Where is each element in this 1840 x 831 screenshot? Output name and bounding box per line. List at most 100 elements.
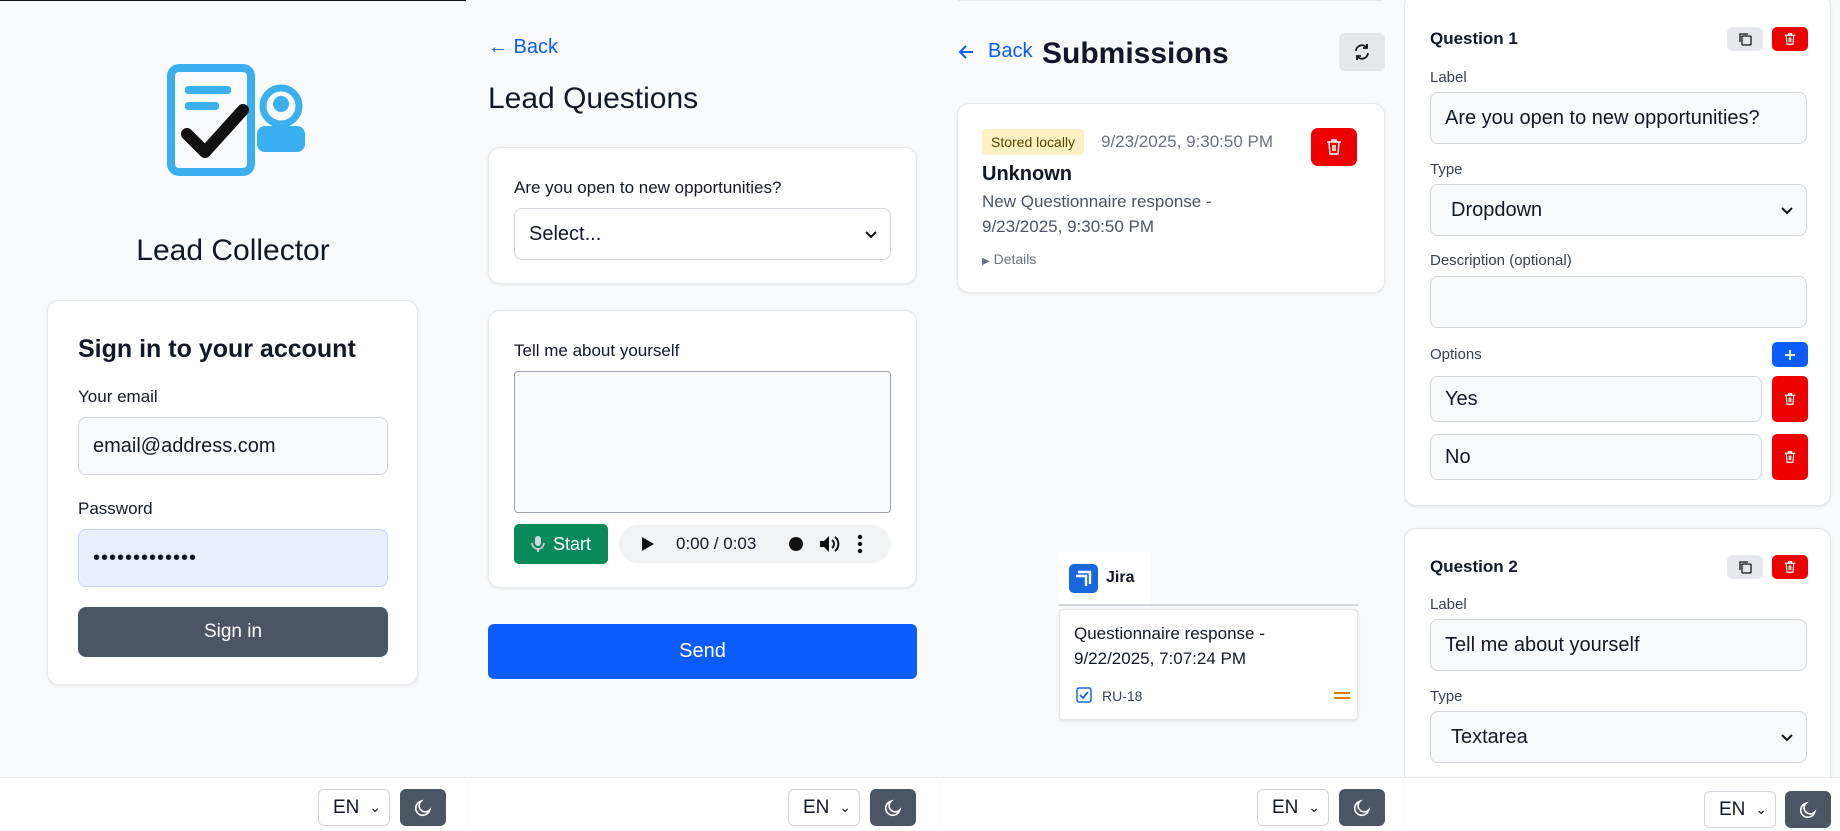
question-1-title: Question 1 — [1430, 29, 1518, 48]
moon-icon — [884, 799, 902, 816]
q1-description-input[interactable] — [1430, 276, 1807, 328]
option-input-no[interactable]: No — [1430, 434, 1762, 480]
password-field[interactable]: ••••••••••••• — [78, 529, 388, 587]
q1-label-input[interactable]: Are you open to new opportunities? — [1430, 92, 1807, 144]
status-badge: Stored locally — [982, 129, 1085, 155]
jira-tab[interactable]: Jira — [1059, 552, 1151, 604]
back-link[interactable]: ← Back — [488, 36, 558, 59]
language-value: EN — [1272, 797, 1299, 818]
volume-icon[interactable] — [818, 534, 840, 554]
record-start-label: Start — [552, 533, 591, 554]
delete-question-2-button[interactable] — [1772, 555, 1808, 579]
details-label: Details — [993, 251, 1037, 267]
language-select[interactable]: EN ⌄ — [788, 789, 860, 826]
q1-description-caption: Description (optional) — [1430, 252, 1572, 269]
option-input-yes[interactable]: Yes — [1430, 376, 1762, 422]
back-link[interactable]: Back — [958, 40, 1032, 63]
app-title: Lead Collector — [136, 234, 330, 267]
questions-panel: ← Back Lead Questions Are you open to ne… — [468, 0, 938, 831]
refresh-icon — [1355, 44, 1369, 60]
language-select[interactable]: EN ⌄ — [1704, 791, 1776, 828]
checkbox-task-icon — [1076, 687, 1092, 703]
jira-icon — [1069, 563, 1098, 593]
theme-toggle-button[interactable] — [1339, 789, 1385, 826]
q1-label-caption: Label — [1430, 69, 1467, 86]
language-select[interactable]: EN ⌄ — [1257, 789, 1329, 826]
submission-name: Unknown — [982, 163, 1072, 185]
q2-label-caption: Label — [1430, 596, 1467, 613]
jira-issue-title-line1: Questionnaire response - — [1074, 624, 1265, 643]
footer: EN ⌄ — [940, 777, 1402, 831]
q2-label-input[interactable]: Tell me about yourself — [1430, 619, 1807, 671]
question-1-select[interactable]: Select... — [514, 208, 891, 260]
play-icon[interactable] — [641, 536, 655, 552]
plus-icon — [1785, 349, 1795, 360]
q2-type-caption: Type — [1430, 688, 1463, 705]
language-value: EN — [803, 797, 830, 818]
question-1-editor-card: Question 1 Label Are you open to new opp… — [1404, 0, 1831, 506]
q2-type-select[interactable]: Textarea — [1430, 711, 1807, 763]
duplicate-question-1-button[interactable] — [1727, 27, 1763, 51]
jira-issue-card[interactable]: Questionnaire response - 9/22/2025, 7:07… — [1059, 609, 1358, 720]
question-2-textarea[interactable] — [514, 371, 891, 513]
language-value: EN — [333, 797, 360, 818]
email-field[interactable]: email@address.com — [78, 417, 388, 475]
signin-button[interactable]: Sign in — [78, 607, 388, 657]
delete-option-no-button[interactable] — [1772, 434, 1808, 480]
question-card-2: Tell me about yourself Start 0:00 / 0:03 — [488, 310, 917, 588]
record-start-button[interactable]: Start — [514, 524, 608, 564]
delete-question-1-button[interactable] — [1772, 27, 1808, 51]
q2-type-value: Textarea — [1451, 725, 1528, 748]
details-toggle[interactable]: ▶ Details — [982, 251, 1036, 267]
question-editor-panel: Question 1 Label Are you open to new opp… — [1404, 0, 1840, 831]
arrow-left-icon — [958, 44, 973, 59]
footer: EN ⌄ — [0, 777, 466, 831]
submission-desc-line2: 9/23/2025, 9:30:50 PM — [982, 217, 1155, 236]
audio-time: 0:00 / 0:03 — [676, 534, 757, 553]
question-card-1: Are you open to new opportunities? Selec… — [488, 147, 917, 284]
question-2-label: Tell me about yourself — [514, 341, 680, 360]
theme-toggle-button[interactable] — [1785, 791, 1831, 828]
copy-icon — [1739, 561, 1752, 574]
submission-timestamp: 9/23/2025, 9:30:50 PM — [1101, 132, 1274, 151]
duplicate-question-2-button[interactable] — [1727, 555, 1763, 579]
footer: EN ⌄ — [468, 777, 938, 831]
theme-toggle-button[interactable] — [870, 789, 916, 826]
q1-type-value: Dropdown — [1451, 198, 1543, 221]
microphone-icon — [531, 536, 545, 552]
caret-right-icon: ▶ — [982, 256, 990, 267]
delete-submission-button[interactable] — [1311, 128, 1357, 166]
chevron-down-icon — [865, 231, 877, 239]
priority-medium-icon — [1334, 692, 1350, 699]
trash-icon — [1784, 33, 1796, 45]
footer: EN ⌄ — [1404, 777, 1840, 831]
question-1-select-value: Select... — [529, 222, 602, 245]
question-2-title: Question 2 — [1430, 557, 1518, 576]
submission-desc-line1: New Questionnaire response - — [982, 192, 1212, 211]
top-border — [0, 0, 466, 1]
more-options-icon[interactable] — [857, 534, 863, 554]
q1-type-select[interactable]: Dropdown — [1430, 184, 1807, 236]
audio-player: 0:00 / 0:03 — [619, 525, 891, 563]
submissions-panel: Back Submissions Stored locally 9/23/202… — [940, 0, 1402, 831]
trash-icon — [1327, 139, 1341, 155]
language-value: EN — [1719, 799, 1746, 820]
page-title: Lead Questions — [488, 82, 699, 115]
jira-issue-key: RU-18 — [1102, 688, 1143, 704]
add-option-button[interactable] — [1772, 342, 1808, 367]
theme-toggle-button[interactable] — [400, 789, 446, 826]
refresh-button[interactable] — [1339, 33, 1385, 71]
send-button[interactable]: Send — [488, 624, 917, 679]
back-label: Back — [988, 40, 1033, 62]
audio-progress-dot[interactable] — [789, 537, 803, 551]
chevron-down-icon: ⌄ — [1308, 799, 1320, 815]
trash-icon — [1784, 451, 1796, 463]
jira-divider — [1059, 604, 1358, 606]
q1-options-caption: Options — [1430, 346, 1482, 363]
delete-option-yes-button[interactable] — [1772, 376, 1808, 422]
top-divider — [958, 0, 1382, 1]
language-select[interactable]: EN ⌄ — [318, 789, 390, 826]
jira-issue-title-line2: 9/22/2025, 7:07:24 PM — [1074, 649, 1247, 668]
login-panel: Lead Collector Sign in to your account Y… — [0, 0, 466, 831]
moon-icon — [1353, 799, 1371, 816]
